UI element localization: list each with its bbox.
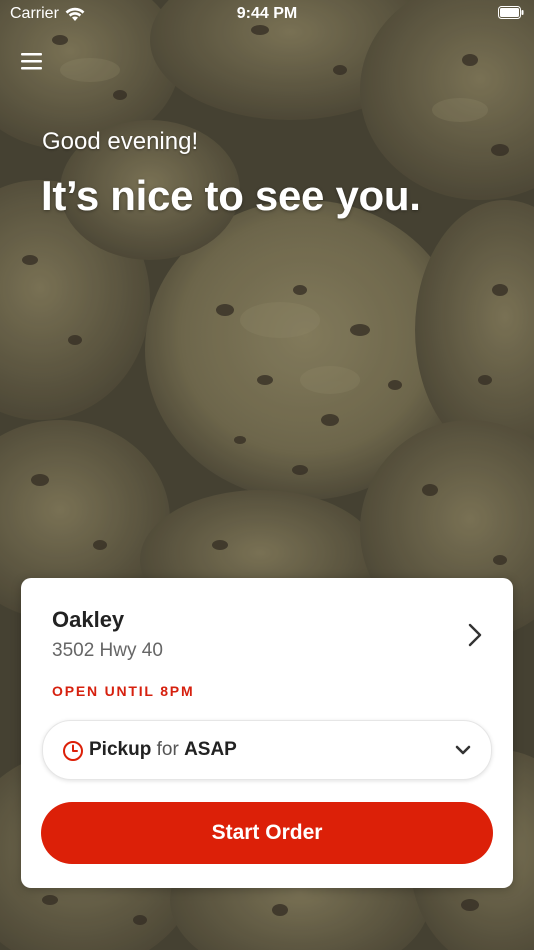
location-card: Oakley 3502 Hwy 40 OPEN UNTIL 8PM Pickup…	[21, 578, 513, 888]
store-name: Oakley	[52, 607, 125, 632]
pickup-summary: Pickup for ASAP	[89, 739, 237, 761]
status-time: 9:44 PM	[236, 5, 298, 22]
welcome-headline: It’s nice to see you.	[41, 172, 421, 219]
location-selector[interactable]: Oakley 3502 Hwy 40	[21, 578, 513, 678]
chevron-right-icon	[468, 623, 482, 647]
pickup-time-dropdown[interactable]: Pickup for ASAP	[42, 720, 492, 780]
chevron-down-icon	[455, 745, 471, 755]
greeting-text: Good evening!	[42, 128, 199, 155]
store-hours-status: OPEN UNTIL 8PM	[52, 683, 195, 699]
clock-icon	[63, 741, 83, 761]
status-bar: Carrier 9:44 PM	[0, 0, 534, 30]
hamburger-menu-icon[interactable]	[18, 48, 46, 76]
order-time: ASAP	[184, 739, 237, 760]
battery-icon	[498, 6, 524, 19]
order-connector: for	[156, 739, 179, 760]
store-address: 3502 Hwy 40	[52, 640, 163, 661]
start-order-button[interactable]: Start Order	[41, 802, 493, 864]
menu-button[interactable]	[18, 48, 46, 76]
order-mode: Pickup	[89, 739, 152, 760]
